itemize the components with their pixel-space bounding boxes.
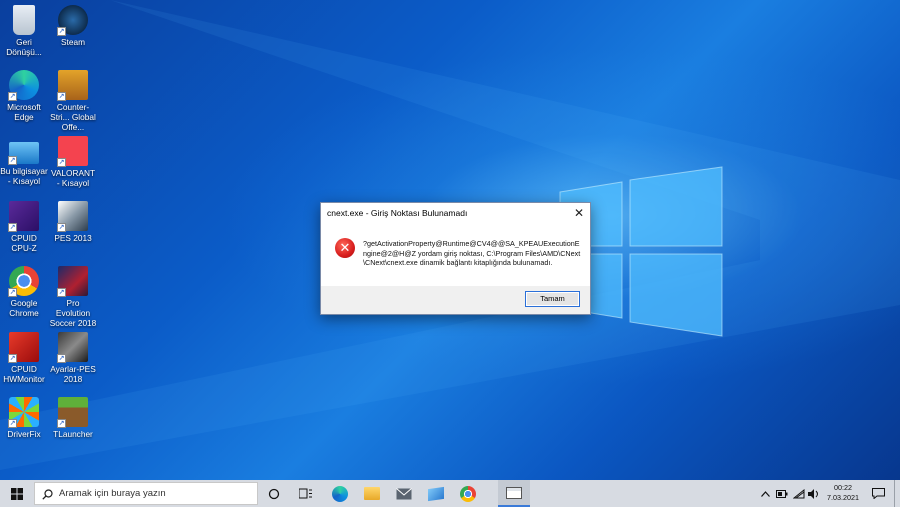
chrome-icon	[460, 485, 476, 502]
close-icon: ✕	[573, 206, 585, 220]
battery-button[interactable]	[774, 480, 790, 507]
battery-icon	[776, 489, 788, 498]
desktop: Geri Dönüşü... ↗ Steam ↗ Microsoft Edge …	[0, 0, 900, 480]
computer-icon: ↗	[8, 142, 39, 165]
cpuz-icon: ↗	[8, 201, 39, 232]
desktop-icon-label: DriverFix	[7, 429, 41, 439]
desktop-icon-label: Google Chrome	[9, 298, 39, 318]
dialog-footer: Tamam	[321, 286, 590, 314]
desktop-icon-label: Counter-Stri... Global Offe...	[50, 102, 96, 132]
desktop-icon-pes-2013[interactable]: ↗ PES 2013	[49, 201, 97, 243]
desktop-icon-label: CPUID CPU-Z	[11, 233, 37, 253]
desktop-icon-valorant[interactable]: ↗ VALORANT - Kısayol	[49, 136, 97, 188]
edge-icon	[332, 485, 348, 502]
tlauncher-icon: ↗	[57, 397, 88, 428]
hwmonitor-icon: ↗	[8, 332, 39, 363]
network-button[interactable]	[791, 480, 807, 507]
ok-button[interactable]: Tamam	[525, 291, 580, 307]
dialog-message: ?getActivationProperty@Runtime@CV4@@SA_K…	[363, 239, 581, 268]
dialog-body: ✕ ?getActivationProperty@Runtime@CV4@@SA…	[321, 224, 590, 288]
dialog-titlebar[interactable]: cnext.exe - Giriş Noktası Bulunamadı ✕	[321, 203, 590, 224]
desktop-icon-label: Ayarlar-PES 2018	[50, 364, 96, 384]
desktop-icon-tlauncher[interactable]: ↗ TLauncher	[49, 397, 97, 439]
show-desktop-button[interactable]	[894, 480, 900, 507]
desktop-icon-pes-2018[interactable]: ↗ Pro Evolution Soccer 2018	[49, 266, 97, 328]
taskbar-photos[interactable]	[422, 480, 450, 507]
taskbar-mail[interactable]	[390, 480, 418, 507]
show-hidden-icons-button[interactable]	[758, 480, 772, 507]
desktop-icon-microsoft-edge[interactable]: ↗ Microsoft Edge	[0, 70, 48, 122]
notifications-button[interactable]	[866, 480, 890, 507]
volume-button[interactable]	[806, 480, 822, 507]
search-placeholder: Aramak için buraya yazın	[59, 488, 166, 499]
desktop-icon-label: Pro Evolution Soccer 2018	[49, 298, 97, 328]
chevron-up-icon	[760, 490, 770, 497]
desktop-icon-label: TLauncher	[53, 429, 93, 439]
close-button[interactable]: ✕	[568, 203, 590, 224]
desktop-icon-steam[interactable]: ↗ Steam	[49, 5, 97, 47]
desktop-icon-ayarlar-pes[interactable]: ↗ Ayarlar-PES 2018	[49, 332, 97, 384]
wifi-icon	[793, 488, 805, 498]
widgets-icon	[298, 488, 312, 499]
pes2013-icon: ↗	[57, 201, 88, 232]
edge-icon: ↗	[8, 70, 39, 101]
windows-start-icon	[11, 487, 23, 500]
task-view-button[interactable]	[262, 480, 286, 507]
widgets-button[interactable]	[292, 480, 318, 507]
desktop-icon-label: PES 2013	[54, 233, 92, 243]
mail-icon	[396, 487, 412, 499]
start-button[interactable]	[0, 480, 34, 507]
task-view-icon	[268, 488, 280, 499]
recycle-bin-icon	[13, 5, 35, 35]
desktop-icon-label: Bu bilgisayar - Kısayol	[0, 166, 48, 186]
valorant-icon: ↗	[57, 136, 88, 167]
notification-icon	[871, 488, 885, 499]
search-box[interactable]: Aramak için buraya yazın	[34, 482, 258, 505]
clock-time: 00:22	[834, 483, 852, 492]
taskbar-running-app[interactable]	[498, 480, 530, 507]
desktop-icon-hwmonitor[interactable]: ↗ CPUID HWMonitor	[0, 332, 48, 384]
desktop-icon-counter-strike[interactable]: ↗ Counter-Stri... Global Offe...	[49, 70, 97, 132]
pes2018-icon: ↗	[57, 266, 88, 297]
error-icon: ✕	[335, 238, 355, 258]
search-icon	[42, 489, 53, 500]
running-app-icon	[506, 486, 522, 499]
error-dialog: cnext.exe - Giriş Noktası Bulunamadı ✕ ✕…	[320, 202, 591, 315]
dialog-title: cnext.exe - Giriş Noktası Bulunamadı	[327, 208, 468, 218]
desktop-icon-driverfix[interactable]: ↗ DriverFix	[0, 397, 48, 439]
clock-date: 7.03.2021	[827, 493, 859, 502]
chrome-icon: ↗	[8, 266, 39, 297]
driverfix-icon: ↗	[8, 397, 39, 428]
desktop-icon-this-pc[interactable]: ↗ Bu bilgisayar - Kısayol	[0, 136, 48, 186]
photos-icon	[428, 486, 444, 501]
desktop-icon-label: Microsoft Edge	[7, 102, 41, 122]
desktop-icon-label: VALORANT - Kısayol	[50, 168, 96, 188]
desktop-icon-google-chrome[interactable]: ↗ Google Chrome	[0, 266, 48, 318]
desktop-icon-recycle-bin[interactable]: Geri Dönüşü...	[0, 5, 48, 57]
taskbar-chrome[interactable]	[454, 480, 482, 507]
system-clock[interactable]: 00:22 7.03.2021	[822, 483, 864, 503]
csgo-icon: ↗	[57, 70, 88, 101]
speaker-icon	[808, 488, 818, 499]
desktop-icon-label: CPUID HWMonitor	[3, 364, 45, 384]
taskbar-file-explorer[interactable]	[358, 480, 386, 507]
desktop-icon-label: Steam	[61, 37, 85, 47]
desktop-icon-label: Geri Dönüşü...	[6, 37, 42, 57]
file-explorer-icon	[364, 487, 380, 500]
desktop-icon-cpuz[interactable]: ↗ CPUID CPU-Z	[0, 201, 48, 253]
taskbar: Aramak için buraya yazın 00:22 7.03.2021	[0, 480, 900, 507]
settings-pes-icon: ↗	[57, 332, 88, 363]
taskbar-edge[interactable]	[326, 480, 354, 507]
steam-icon: ↗	[57, 5, 88, 36]
